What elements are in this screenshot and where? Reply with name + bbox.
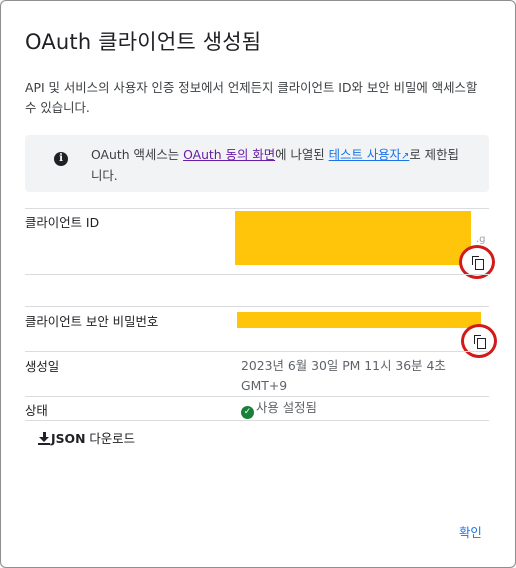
test-users-link[interactable]: 테스트 사용자↗ [329, 147, 410, 162]
test-users-link-label: 테스트 사용자 [328, 147, 401, 162]
copy-client-secret-button[interactable] [461, 324, 497, 358]
status-value: ✓ 사용 설정됨 [241, 398, 317, 419]
divider [25, 306, 489, 307]
divider [25, 274, 489, 275]
dialog-title: OAuth 클라이언트 생성됨 [25, 30, 262, 54]
confirm-button[interactable]: 확인 [459, 523, 482, 541]
created-value: 2023년 6월 30일 PM 11시 36분 4초 GMT+9 [241, 358, 446, 393]
client-secret-redacted [237, 312, 481, 328]
check-circle-icon: ✓ [241, 406, 254, 419]
client-id-redacted [235, 211, 471, 265]
info-banner-text: OAuth 액세스는 OAuth 동의 화면에 나열된 테스트 사용자↗로 제한… [91, 145, 461, 185]
download-json-label: 다운로드 [85, 431, 135, 446]
status-label: 상태 [25, 403, 48, 418]
divider [25, 208, 489, 209]
status-text: 사용 설정됨 [256, 400, 317, 415]
divider [25, 396, 489, 397]
client-id-fragment: .g [476, 234, 486, 245]
divider [25, 351, 489, 352]
client-secret-label: 클라이언트 보안 비밀번호 [25, 314, 159, 329]
consent-screen-link[interactable]: OAuth 동의 화면 [183, 147, 275, 162]
client-id-label: 클라이언트 ID [25, 215, 100, 230]
info-banner: i OAuth 액세스는 OAuth 동의 화면에 나열된 테스트 사용자↗로 … [25, 135, 489, 192]
divider [25, 420, 489, 421]
info-icon: i [54, 152, 68, 166]
download-json-label-bold: JSON [51, 431, 86, 446]
dialog-description: API 및 서비스의 사용자 인증 정보에서 언제든지 클라이언트 ID와 보안… [25, 80, 478, 115]
info-text-middle: 에 나열된 [275, 147, 329, 162]
created-label: 생성일 [25, 359, 60, 374]
info-text-prefix: OAuth 액세스는 [91, 147, 184, 162]
download-icon [38, 432, 50, 445]
download-json-button[interactable]: JSON 다운로드 [38, 429, 135, 447]
